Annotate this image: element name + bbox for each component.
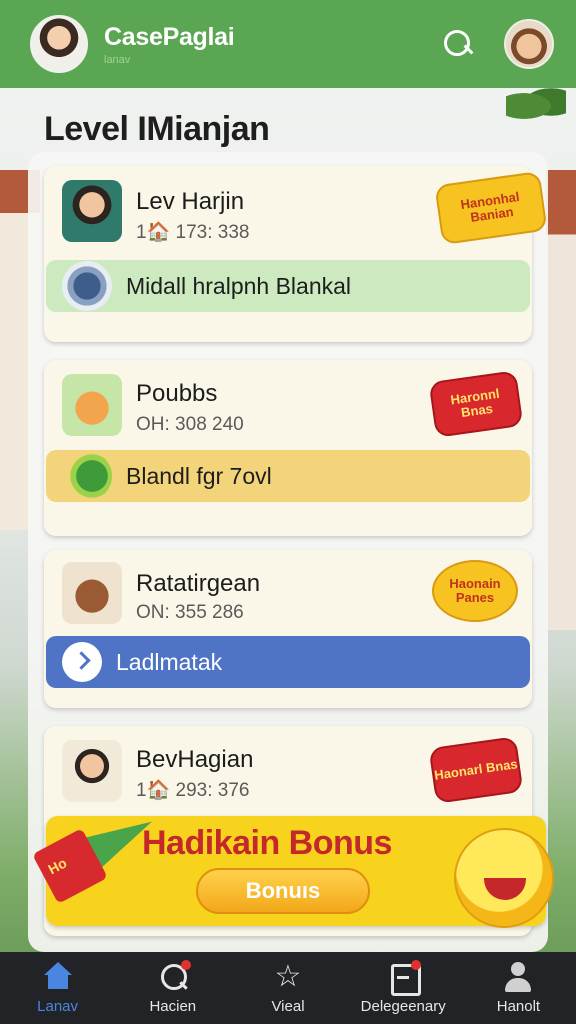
page-title: Level IMianjan [44,110,270,148]
action-button[interactable]: Blandl fgr 7ovl [46,450,530,502]
item-name: Ratatirgean [136,570,261,597]
bonus-title: Hadikain Bonus [142,824,392,862]
app-subtitle: lanav [104,53,131,66]
person-icon [502,961,534,992]
nav-label: Delegeenary [360,997,446,1015]
brand-block: CasePaglai lanav [104,22,235,66]
profile-avatar[interactable] [504,19,554,69]
nav-item-search[interactable]: Hacien [115,952,230,1024]
gear-icon [62,261,112,311]
coin-icon [62,451,112,501]
nav-item-favorites[interactable]: ☆ Vieal [230,952,345,1024]
star-icon: ☆ [274,959,302,993]
megaphone-icon: Ho [30,805,161,904]
action-label: Blandl fgr 7ovl [126,462,272,489]
user-avatar[interactable] [30,15,88,73]
gift-badge[interactable]: Hanonhal Banian [434,170,548,246]
home-icon [42,961,74,992]
notification-dot [411,959,422,970]
background-house-right [546,170,576,630]
promo-badge[interactable]: Haonarl Bnas [428,736,524,804]
action-label: Midall hralpnh Blankal [126,272,352,299]
item-name: Lev Harjin [136,188,245,215]
promo-badge[interactable]: Haronnl Bnas [428,370,524,438]
chevron-right-icon [62,642,102,682]
bottom-nav: Lanav Hacien ☆ Vieal Delegeenary Hanolt [0,952,576,1024]
nav-label: Hacien [149,997,197,1015]
app-header: CasePaglai lanav [0,0,576,88]
nav-label: Hanolt [496,997,541,1015]
item-meta: ON: 355 286 [136,602,244,623]
search-icon [157,959,191,992]
item-meta: OH: 308 240 [136,414,244,435]
item-meta: 1🏠 173: 338 [136,222,250,243]
bonus-button[interactable]: Bonuıs [196,868,370,914]
item-name: Poubbs [136,380,218,407]
nav-item-inbox[interactable]: Delegeenary [346,952,461,1024]
item-name: BevHagian [136,746,254,773]
bonus-banner[interactable]: Ho Hadikain Bonus Bonuıs [32,805,554,928]
mascot-mouth [484,878,526,900]
action-label: Ladlmatak [116,648,223,675]
item-thumbnail [62,740,122,802]
inbox-icon [387,959,422,996]
list-item[interactable]: Lev Harjin 1🏠 173: 338 Hanonhal Banian M… [44,166,548,342]
item-meta: 1🏠 293: 376 [136,780,250,801]
nav-item-profile[interactable]: Hanolt [461,952,576,1024]
action-button[interactable]: Ladlmatak [46,636,530,688]
search-icon[interactable] [438,24,478,64]
promo-badge[interactable]: Haonain Panes [432,560,518,622]
notification-dot [180,959,191,970]
list-item[interactable]: Ratatirgean ON: 355 286 Haonain Panes La… [44,550,532,708]
leaf-decoration [506,86,566,126]
item-thumbnail [62,180,122,242]
item-thumbnail [62,562,122,624]
action-button[interactable]: Midall hralpnh Blankal [46,260,530,312]
smiley-mascot-icon [454,828,554,928]
nav-label: Lanav [37,997,79,1015]
app-title: CasePaglai [104,22,235,51]
nav-item-home[interactable]: Lanav [0,952,115,1024]
item-thumbnail [62,374,122,436]
list-item[interactable]: Poubbs OH: 308 240 Haronnl Bnas Blandl f… [44,360,532,536]
nav-label: Vieal [271,997,305,1015]
